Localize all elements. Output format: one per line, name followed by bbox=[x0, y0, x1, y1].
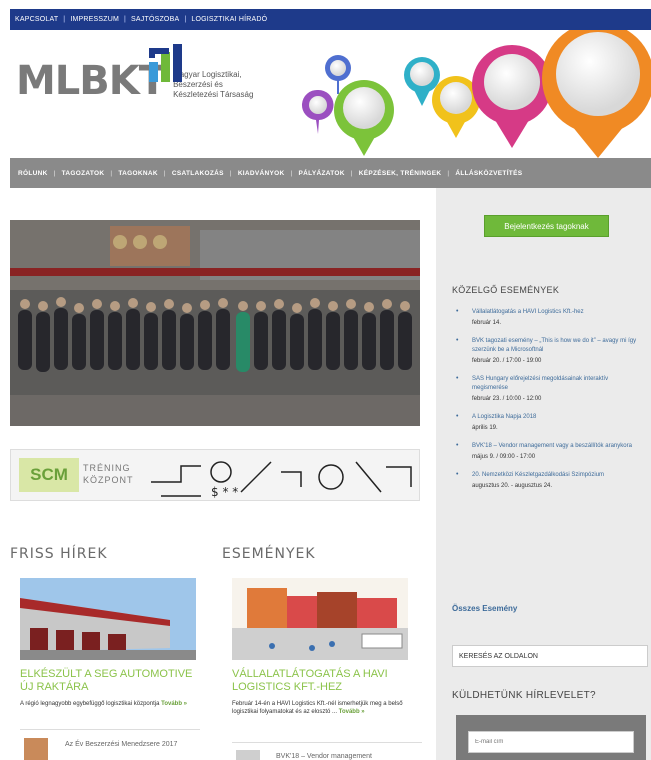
event-excerpt-text: Február 14-én a HAVI Logistics Kft.-nél … bbox=[232, 701, 403, 715]
logo-tagline-line3: Készletezési Társaság bbox=[173, 90, 254, 99]
scm-subtitle-line1: TRÉNING bbox=[83, 463, 131, 473]
event-item[interactable]: • BVK'18 – Vendor management vagy a besz… bbox=[452, 442, 642, 462]
nav-item-allaskozvetites[interactable]: ÁLLÁSKÖZVETÍTÉS bbox=[455, 170, 522, 177]
scm-subtitle-line2: KÖZPONT bbox=[83, 475, 134, 485]
pin-green bbox=[334, 80, 394, 156]
event-item-title[interactable]: 20. Nemzetközi Készletgazdálkodási Szimp… bbox=[472, 471, 642, 480]
nav-item-tagoknak[interactable]: TAGOKNAK bbox=[118, 170, 157, 177]
top-separator: | bbox=[63, 16, 66, 23]
nav-separator: | bbox=[163, 169, 166, 177]
scm-badge: SCM bbox=[19, 458, 79, 492]
top-separator: | bbox=[124, 16, 127, 23]
nav-separator: | bbox=[350, 169, 353, 177]
event-item-title[interactable]: SAS Hungary előrejelzési megoldásainak i… bbox=[472, 375, 642, 393]
event-item-date: február 20. / 17:00 - 19:00 bbox=[472, 358, 542, 364]
bullet-icon: • bbox=[456, 442, 459, 449]
top-link-impresszum[interactable]: IMPRESSZUM bbox=[70, 16, 119, 23]
site-header: MLBKT Magyar Logisztikai, Beszerzési és … bbox=[10, 30, 651, 158]
site-logo[interactable]: MLBKT Magyar Logisztikai, Beszerzési és … bbox=[16, 44, 254, 104]
news-title[interactable]: ELKÉSZÜLT A SEG AUTOMOTIVE ÚJ RAKTÁRA bbox=[20, 668, 200, 694]
event-item[interactable]: • 20. Nemzetközi Készletgazdálkodási Szi… bbox=[452, 471, 642, 491]
top-separator: | bbox=[184, 16, 187, 23]
nav-item-tagozatok[interactable]: TAGOZATOK bbox=[62, 170, 105, 177]
nav-item-kepzesek[interactable]: KÉPZÉSEK, TRÉNINGEK bbox=[359, 170, 442, 177]
event-item[interactable]: • Vállalatlátogatás a HAVI Logistics Kft… bbox=[452, 308, 642, 328]
news-heading: FRISS HÍREK bbox=[10, 546, 108, 562]
event-item-date: május 9. / 09:00 - 17:00 bbox=[472, 454, 536, 460]
news-excerpt-text: A régió legnagyobb egybefüggő logisztika… bbox=[20, 701, 160, 707]
logo-mark-icon bbox=[149, 44, 182, 82]
bullet-icon: • bbox=[456, 375, 459, 382]
event-small-thumbnail[interactable] bbox=[236, 750, 260, 760]
scm-training-banner[interactable]: SCM TRÉNING KÖZPONT $ * * bbox=[10, 449, 420, 501]
site-search-box[interactable]: KERESÉS AZ OLDALON bbox=[452, 645, 648, 667]
event-item-date: február 23. / 10:00 - 12:00 bbox=[472, 396, 542, 402]
scm-sketch-illustration: $ * * bbox=[151, 461, 412, 499]
top-nav: KAPCSOLAT | IMPRESSZUM | SAJTÓSZOBA | LO… bbox=[10, 9, 651, 30]
nav-separator: | bbox=[110, 169, 113, 177]
events-heading: ESEMÉNYEK bbox=[222, 546, 316, 562]
bullet-icon: • bbox=[456, 413, 459, 420]
newsletter-email-input[interactable] bbox=[468, 731, 634, 753]
top-bar: KAPCSOLAT | IMPRESSZUM | SAJTÓSZOBA | LO… bbox=[0, 0, 651, 30]
upcoming-events-title: KÖZELGŐ ESEMÉNYEK bbox=[452, 285, 560, 295]
nav-separator: | bbox=[229, 169, 232, 177]
news-small-item[interactable]: Az Év Beszerzési Menedzsere 2017 bbox=[65, 740, 195, 749]
event-item-date: február 14. bbox=[472, 320, 502, 326]
event-item-date: augusztus 20. - augusztus 24. bbox=[472, 483, 553, 489]
nav-separator: | bbox=[447, 169, 450, 177]
nav-item-kiadvanyok[interactable]: KIADVÁNYOK bbox=[238, 170, 285, 177]
event-item[interactable]: • SAS Hungary előrejelzési megoldásainak… bbox=[452, 375, 642, 404]
event-small-item[interactable]: BVK'18 – Vendor management bbox=[276, 752, 426, 760]
header-map-pins-illustration bbox=[301, 30, 651, 158]
news-image[interactable] bbox=[20, 578, 196, 660]
nav-separator: | bbox=[53, 169, 56, 177]
sidebar: Bejelentkezés tagoknak KÖZELGŐ ESEMÉNYEK… bbox=[436, 188, 651, 760]
top-link-sajtoszoba[interactable]: SAJTÓSZOBA bbox=[131, 16, 179, 23]
pin-magenta bbox=[472, 45, 552, 148]
havi-illustration bbox=[232, 578, 408, 660]
pin-purple-small bbox=[301, 89, 334, 134]
bullet-icon: • bbox=[456, 308, 459, 315]
svg-text:$ * *: $ * * bbox=[211, 485, 238, 499]
news-excerpt: A régió legnagyobb egybefüggő logisztika… bbox=[20, 700, 200, 708]
bullet-icon: • bbox=[456, 337, 459, 344]
newsletter-form bbox=[456, 715, 646, 760]
event-item-title[interactable]: BVK'18 – Vendor management vagy a beszál… bbox=[472, 442, 642, 451]
warehouse-photo bbox=[20, 578, 196, 660]
event-more-link[interactable]: Tovább » bbox=[339, 709, 365, 715]
logo-wordmark: MLBKT bbox=[16, 58, 166, 104]
nav-separator: | bbox=[290, 169, 293, 177]
event-item[interactable]: • BVK tagozati esemény – „This is how we… bbox=[452, 337, 642, 366]
event-item[interactable]: • A Logisztika Napja 2018 április 19. bbox=[452, 413, 642, 433]
event-excerpt: Február 14-én a HAVI Logistics Kft.-nél … bbox=[232, 700, 422, 716]
event-item-title[interactable]: A Logisztika Napja 2018 bbox=[472, 413, 642, 422]
upcoming-events-list: • Vállalatlátogatás a HAVI Logistics Kft… bbox=[452, 308, 642, 500]
all-events-link[interactable]: Összes Esemény bbox=[452, 604, 517, 613]
event-item-title[interactable]: BVK tagozati esemény – „This is how we d… bbox=[472, 337, 642, 355]
event-item-title[interactable]: Vállalatlátogatás a HAVI Logistics Kft.-… bbox=[472, 308, 642, 317]
top-link-logisztikai-hirado[interactable]: LOGISZTIKAI HÍRADÓ bbox=[191, 16, 267, 23]
nav-item-palyazatok[interactable]: PÁLYÁZATOK bbox=[299, 170, 345, 177]
main-nav: RÓLUNK | TAGOZATOK | TAGOKNAK | CSATLAKO… bbox=[10, 158, 651, 188]
news-divider bbox=[20, 729, 200, 730]
nav-item-csatlakozas[interactable]: CSATLAKOZÁS bbox=[172, 170, 224, 177]
event-item-date: április 19. bbox=[472, 425, 498, 431]
nav-item-rolunk[interactable]: RÓLUNK bbox=[18, 170, 48, 177]
top-link-kapcsolat[interactable]: KAPCSOLAT bbox=[15, 16, 58, 23]
news-small-thumbnail[interactable] bbox=[24, 738, 48, 760]
member-login-button[interactable]: Bejelentkezés tagoknak bbox=[484, 215, 609, 237]
pin-orange bbox=[542, 30, 651, 158]
event-image[interactable] bbox=[232, 578, 408, 660]
bullet-icon: • bbox=[456, 471, 459, 478]
newsletter-title: KÜLDHETÜNK HÍRLEVELET? bbox=[452, 690, 596, 701]
scm-subtitle: TRÉNING KÖZPONT bbox=[83, 462, 134, 486]
event-title[interactable]: VÁLLALATLÁTOGATÁS A HAVI LOGISTICS KFT.-… bbox=[232, 668, 422, 694]
hero-slider[interactable] bbox=[10, 220, 420, 426]
hero-group-photo bbox=[10, 220, 420, 426]
news-more-link[interactable]: Tovább » bbox=[161, 701, 187, 707]
main-content: SCM TRÉNING KÖZPONT $ * * FRISS HÍREK EL… bbox=[10, 188, 436, 760]
event-divider bbox=[232, 742, 422, 743]
